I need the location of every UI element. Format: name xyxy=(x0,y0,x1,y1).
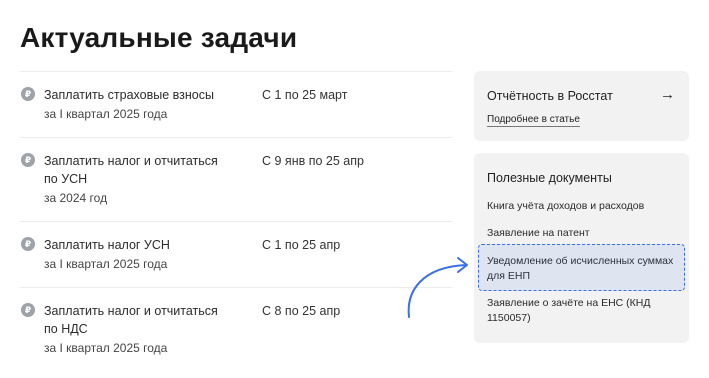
rosstat-card-title: Отчётность в Росстат xyxy=(487,89,613,103)
task-deadline: С 9 янв по 25 апр xyxy=(262,154,364,168)
task-title: Заплатить налог и отчитаться по УСН xyxy=(44,154,218,186)
ruble-icon: ₽ xyxy=(21,87,35,101)
task-subtitle: за 2024 год xyxy=(44,191,108,205)
rosstat-report-card[interactable]: Отчётность в Росстат → Подробнее в стать… xyxy=(474,71,689,141)
highlight-box xyxy=(478,244,685,291)
task-deadline: С 1 по 25 апр xyxy=(262,238,341,252)
task-subtitle: за I квартал 2025 года xyxy=(44,257,168,271)
task-item[interactable]: ₽ Заплатить страховые взносы за I кварта… xyxy=(20,72,452,138)
ruble-icon: ₽ xyxy=(21,303,35,317)
task-deadline: С 8 по 25 апр xyxy=(262,304,341,318)
task-subtitle: за I квартал 2025 года xyxy=(44,341,168,355)
task-item[interactable]: ₽ Заплатить налог УСН за I квартал 2025 … xyxy=(20,222,452,288)
document-link[interactable]: Книга учёта доходов и расходов xyxy=(487,199,677,214)
task-title: Заплатить налог УСН xyxy=(44,238,170,252)
task-title: Заплатить страховые взносы xyxy=(44,88,214,102)
document-link[interactable]: Заявление о зачёте на ЕНС (КНД 1150057) xyxy=(487,296,677,326)
task-item[interactable]: ₽ Заплатить налог и отчитаться по НДС за… xyxy=(20,288,452,371)
tasks-list: ₽ Заплатить страховые взносы за I кварта… xyxy=(20,71,452,371)
task-title: Заплатить налог и отчитаться по НДС xyxy=(44,304,218,336)
document-link[interactable]: Заявление на патент xyxy=(487,226,677,241)
documents-card-title: Полезные документы xyxy=(487,171,612,185)
read-more-link[interactable]: Подробнее в статье xyxy=(487,113,580,127)
curved-arrow-icon xyxy=(407,257,468,318)
task-deadline: С 1 по 25 март xyxy=(262,88,348,102)
page-title: Актуальные задачи xyxy=(20,22,298,53)
ruble-icon: ₽ xyxy=(21,237,35,251)
ruble-icon: ₽ xyxy=(21,153,35,167)
task-subtitle: за I квартал 2025 года xyxy=(44,107,168,121)
arrow-right-icon[interactable]: → xyxy=(660,86,675,103)
task-item[interactable]: ₽ Заплатить налог и отчитаться по УСН за… xyxy=(20,138,452,222)
